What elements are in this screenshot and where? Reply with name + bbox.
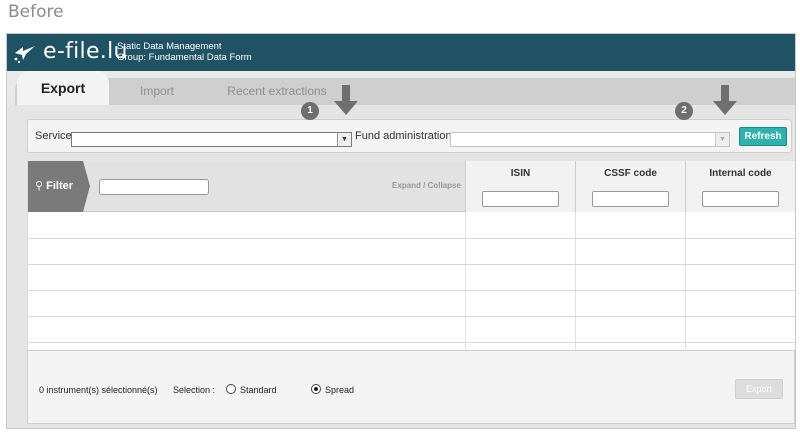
filter-label[interactable]: ⚲ Filter [35, 179, 73, 192]
tab-bar: Export Import Recent extractions [7, 71, 795, 105]
column-isin: ISIN [465, 161, 575, 212]
step-1-badge: 1 [301, 102, 319, 120]
fund-administration-label: Fund administration [355, 130, 452, 142]
chevron-down-icon[interactable]: ▼ [337, 133, 351, 146]
instrument-grid: ⚲ Filter Expand / Collapse ISIN CSSF cod… [27, 161, 795, 351]
column-internal-code: Internal code [685, 161, 795, 212]
column-divider [465, 212, 466, 351]
arrow-down-icon [713, 85, 737, 115]
selected-count: 0 instrument(s) sélectionné(s) [39, 385, 158, 395]
app-window: e-file.lu Static Data Management Group: … [6, 33, 796, 429]
fund-administration-select[interactable]: ▼ [450, 132, 730, 147]
header-subtitle-line2: Group: Fundamental Data Form [117, 52, 252, 63]
refresh-button[interactable]: Refresh [739, 127, 787, 146]
radio-spread[interactable] [311, 384, 321, 394]
table-row [28, 264, 795, 265]
table-row [28, 290, 795, 291]
expand-collapse-link[interactable]: Expand / Collapse [392, 181, 461, 190]
chevron-down-icon[interactable]: ▼ [715, 133, 729, 146]
selection-footer: 0 instrument(s) sélectionné(s) Selection… [27, 350, 795, 424]
app-header: e-file.lu Static Data Management Group: … [7, 34, 795, 71]
table-row [28, 316, 795, 317]
export-panel: Service ▼ Fund administration ▼ Refresh … [7, 85, 795, 428]
radio-standard[interactable] [226, 384, 236, 394]
table-row [28, 238, 795, 239]
column-cssf-code: CSSF code [575, 161, 685, 212]
column-internal-code-title: Internal code [709, 168, 772, 179]
column-divider [575, 212, 576, 351]
search-icon: ⚲ [35, 180, 44, 192]
caption: Before [8, 2, 64, 22]
isin-filter-input[interactable] [482, 191, 559, 207]
header-subtitle-line1: Static Data Management [117, 41, 222, 52]
efile-logo-icon [14, 46, 35, 64]
step-2-badge: 2 [675, 102, 693, 120]
cssf-code-filter-input[interactable] [592, 191, 669, 207]
radio-standard-label[interactable]: Standard [240, 385, 277, 395]
header-subtitle: Static Data Management Group: Fundamenta… [117, 41, 252, 63]
app-logo[interactable]: e-file.lu [43, 39, 128, 64]
tab-recent-extractions[interactable]: Recent extractions [217, 78, 337, 105]
export-button[interactable]: Export [735, 379, 783, 399]
service-select[interactable]: ▼ [71, 132, 352, 147]
arrow-down-icon [334, 85, 358, 115]
column-cssf-code-title: CSSF code [604, 168, 657, 179]
table-row [28, 342, 795, 343]
service-label: Service [35, 130, 72, 142]
service-filter-bar: Service ▼ Fund administration ▼ Refresh [27, 119, 792, 153]
internal-code-filter-input[interactable] [702, 191, 779, 207]
column-divider [685, 212, 686, 351]
filter-label-text: Filter [46, 180, 74, 192]
tab-export[interactable]: Export [17, 71, 109, 105]
radio-spread-label[interactable]: Spread [325, 385, 354, 395]
tab-import[interactable]: Import [117, 78, 197, 105]
filter-input[interactable] [99, 179, 209, 195]
selection-label: Selection : [173, 385, 216, 395]
grid-header: ⚲ Filter Expand / Collapse ISIN CSSF cod… [28, 161, 795, 212]
column-isin-title: ISIN [510, 168, 531, 179]
